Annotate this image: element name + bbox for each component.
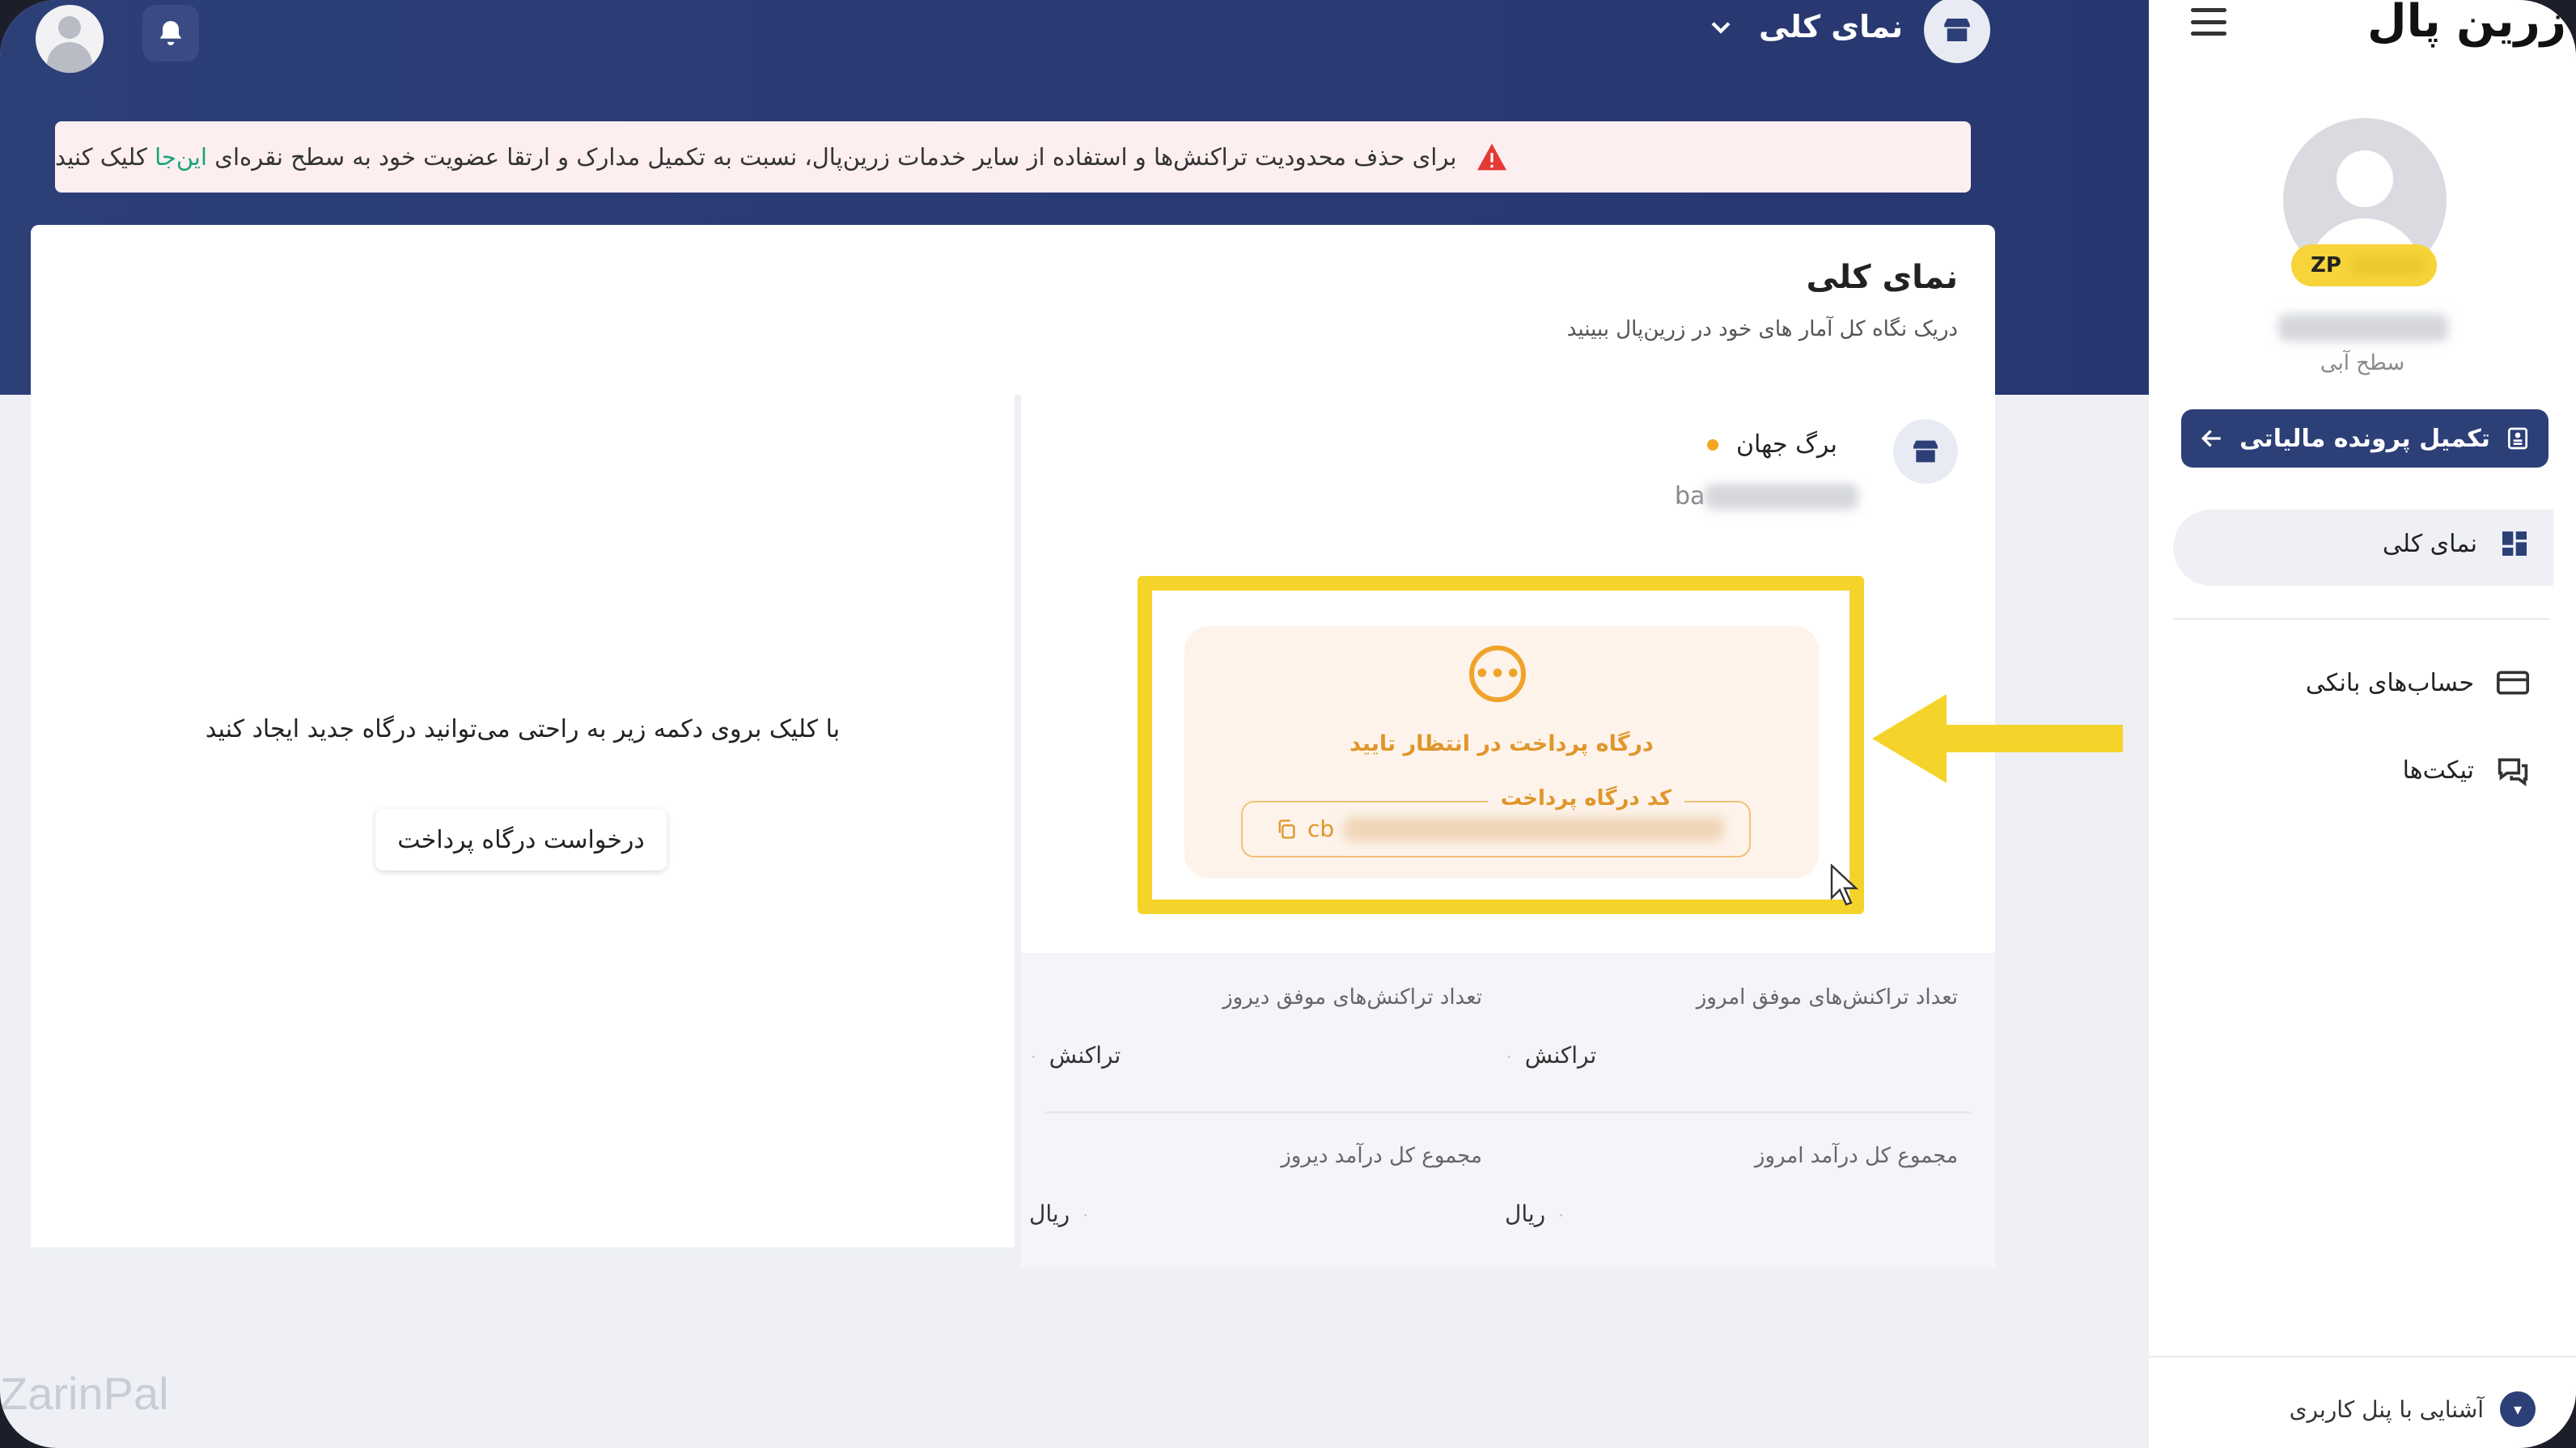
status-dot (1707, 438, 1718, 451)
new-gateway-panel: با کلیک بروی دکمه زیر به راحتی می‌توانید… (31, 380, 1015, 1247)
gateway-panel: برگ جهان ba ••• درگاه پرداخت در انتظار ت… (1021, 380, 1995, 1268)
arrow-left-icon (2201, 430, 2221, 447)
user-name (2278, 314, 2448, 343)
sidebar: زرین پال ZP سطح آبی تکمیل پرونده مالیاتی… (2149, 0, 2576, 1448)
user-level: سطح آبی (2320, 351, 2405, 375)
mouse-cursor-icon (1830, 864, 1859, 906)
chevron-down-icon (1711, 22, 1731, 34)
copy-icon[interactable] (1275, 818, 1298, 840)
request-gateway-button[interactable]: درخواست درگاه پرداخت (375, 809, 667, 870)
gateway-domain: ba (1675, 482, 1859, 510)
app-frame: نمای کلی برای حذف محدودیت تراکنش‌ها و اس… (0, 0, 2576, 1448)
footer-divider (2149, 1356, 2576, 1357)
annotation-arrow-icon (1872, 694, 2123, 783)
stat-today-transactions: تعداد تراکنش‌های موفق امروز تراکنش ۰ (1505, 985, 1958, 1069)
watermark: ZarinPal (0, 1368, 169, 1419)
verification-alert: برای حذف محدودیت تراکنش‌ها و استفاده از … (55, 121, 1971, 193)
chevron-down-icon: ▾ (2500, 1391, 2536, 1427)
store-icon (1893, 419, 1958, 484)
workspace-title: نمای کلی (1759, 9, 1904, 44)
pending-status: درگاه پرداخت در انتظار تایید (1349, 731, 1654, 756)
pending-card: ••• درگاه پرداخت در انتظار تایید کد درگا… (1184, 626, 1819, 879)
code-value: cb (1275, 815, 1725, 842)
highlight-box: ••• درگاه پرداخت در انتظار تایید کد درگا… (1138, 576, 1864, 914)
logo: زرین پال (2367, 0, 2567, 48)
complete-tax-file-button[interactable]: تکمیل پرونده مالیاتی (2181, 409, 2548, 468)
stat-yesterday-income: مجموع کل درآمد دیروز ۰ ریال (1029, 1144, 1482, 1227)
warning-icon (1477, 143, 1507, 171)
stats-divider (1045, 1111, 1971, 1113)
credit-card-icon (2497, 671, 2529, 695)
user-avatar-icon[interactable] (36, 5, 104, 73)
bell-icon[interactable] (142, 5, 199, 61)
alert-text: برای حذف محدودیت تراکنش‌ها و استفاده از … (55, 143, 1457, 171)
stats-area: تعداد تراکنش‌های موفق امروز تراکنش ۰ تعدا… (1021, 953, 1995, 1268)
page-title: نمای کلی (1806, 259, 1959, 296)
gateway-name[interactable]: برگ جهان (1707, 430, 1837, 459)
pending-icon: ••• (1469, 646, 1526, 702)
gateway-code-field[interactable]: کد درگاه پرداخت cb (1241, 786, 1751, 857)
nav-divider (2173, 618, 2550, 620)
alert-link[interactable]: این‌جا (155, 143, 207, 171)
menu-icon[interactable] (2191, 8, 2226, 36)
sidebar-footer-tour[interactable]: ▾ آشنایی با پنل کاربری (2290, 1391, 2536, 1427)
code-label: کد درگاه پرداخت (1487, 786, 1684, 811)
stat-yesterday-transactions: تعداد تراکنش‌های موفق دیروز تراکنش ۰ (1029, 985, 1482, 1069)
sidebar-item-bank-accounts[interactable]: حساب‌های بانکی (2306, 667, 2531, 699)
sidebar-item-overview[interactable]: نمای کلی (2383, 527, 2531, 560)
workspace-switcher[interactable]: نمای کلی (1707, 0, 1903, 53)
sidebar-item-tickets[interactable]: تیکت‌ها (2403, 754, 2531, 786)
user-badge: ZP (2291, 244, 2437, 286)
dashboard-icon (2502, 531, 2527, 556)
new-gateway-text: با کلیک بروی دکمه زیر به راحتی می‌توانید… (205, 715, 841, 743)
chat-icon (2498, 758, 2528, 786)
page-subtitle: دریک نگاه کل آمار های خود در زرین‌پال بب… (1566, 317, 1958, 341)
stat-today-income: مجموع کل درآمد امروز ۰ ریال (1505, 1144, 1958, 1227)
document-icon (2507, 427, 2527, 450)
overview-card-header: نمای کلی دریک نگاه کل آمار های خود در زر… (31, 225, 1995, 395)
